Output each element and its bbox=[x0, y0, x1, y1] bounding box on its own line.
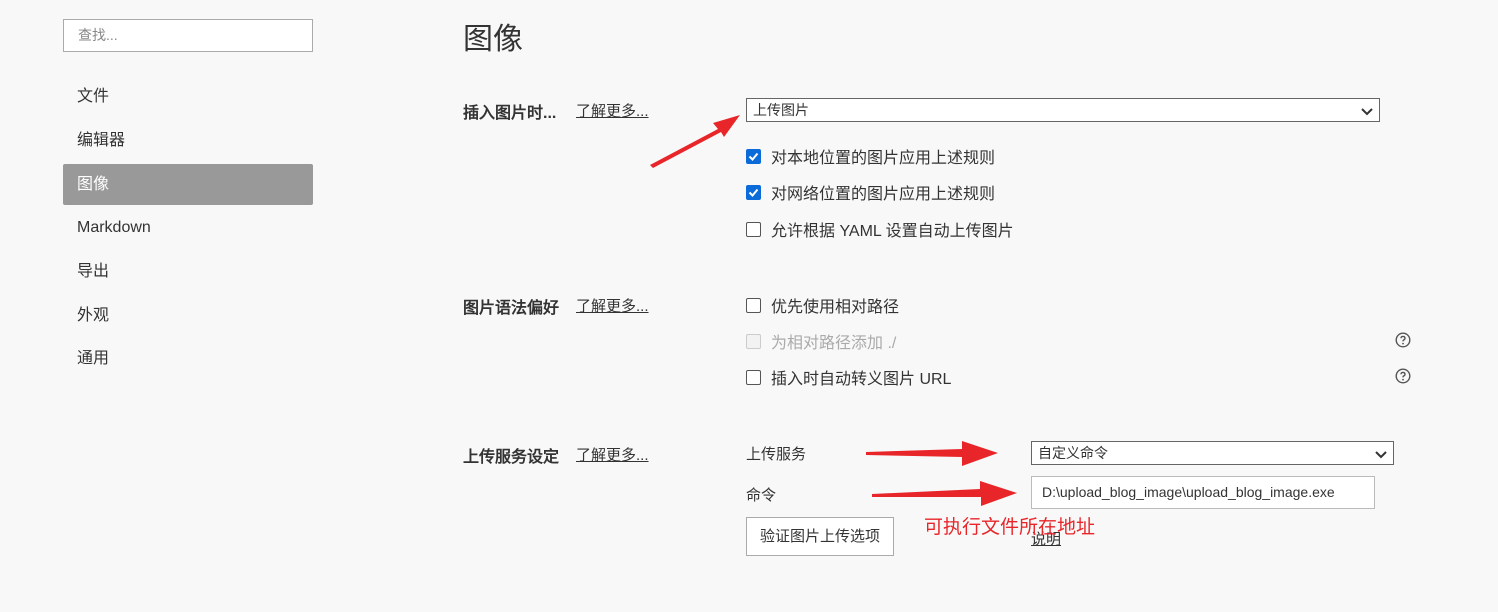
unchecked-box-icon bbox=[746, 333, 761, 349]
check-icon bbox=[746, 184, 761, 200]
sidebar-item-general[interactable]: 通用 bbox=[63, 338, 313, 379]
upload-section-title: 上传服务设定 bbox=[463, 449, 560, 466]
upload-service-select[interactable]: 自定义命令 bbox=[1031, 441, 1394, 465]
sidebar-item-editor[interactable]: 编辑器 bbox=[63, 120, 313, 161]
apply-local-label: 对本地位置的图片应用上述规则 bbox=[771, 150, 996, 167]
syntax-section-title: 图片语法偏好 bbox=[463, 300, 560, 317]
escape-url-checkbox[interactable]: 插入时自动转义图片 URL bbox=[746, 366, 951, 388]
sidebar-item-markdown[interactable]: Markdown bbox=[63, 207, 313, 248]
sidebar-item-image[interactable]: 图像 bbox=[63, 164, 313, 205]
arrow-insert-select bbox=[650, 115, 740, 168]
unchecked-box-icon bbox=[746, 297, 761, 313]
yaml-auto-upload-label: 允许根据 YAML 设置自动上传图片 bbox=[771, 223, 1014, 240]
insert-section-title: 插入图片时... bbox=[463, 105, 557, 122]
chevron-down-icon bbox=[1361, 108, 1373, 116]
prefer-relative-path-label: 优先使用相对路径 bbox=[771, 299, 900, 316]
sidebar-item-file[interactable]: 文件 bbox=[63, 76, 313, 117]
page-title: 图像 bbox=[463, 23, 523, 56]
upload-service-value: 自定义命令 bbox=[1038, 445, 1108, 461]
apply-local-checkbox[interactable]: 对本地位置的图片应用上述规则 bbox=[746, 145, 995, 167]
unchecked-box-icon bbox=[746, 221, 761, 237]
unchecked-box-icon bbox=[746, 369, 761, 385]
sidebar-item-export[interactable]: 导出 bbox=[63, 251, 313, 292]
apply-network-label: 对网络位置的图片应用上述规则 bbox=[771, 186, 996, 203]
insert-action-select[interactable]: 上传图片 bbox=[746, 98, 1380, 122]
annotation-text: 可执行文件所在地址 bbox=[924, 517, 1096, 538]
command-input[interactable]: D:\upload_blog_image\upload_blog_image.e… bbox=[1031, 476, 1375, 509]
insert-action-value: 上传图片 bbox=[753, 102, 809, 118]
add-dot-slash-label: 为相对路径添加 ./ bbox=[771, 335, 897, 352]
command-label: 命令 bbox=[746, 487, 777, 504]
upload-service-label: 上传服务 bbox=[746, 446, 807, 463]
yaml-auto-upload-checkbox[interactable]: 允许根据 YAML 设置自动上传图片 bbox=[746, 218, 1014, 240]
syntax-learn-more-link[interactable]: 了解更多... bbox=[576, 295, 649, 316]
chevron-down-icon bbox=[1375, 451, 1387, 459]
check-icon bbox=[746, 148, 761, 164]
sidebar-item-appearance[interactable]: 外观 bbox=[63, 295, 313, 336]
search-input[interactable]: 查找... bbox=[63, 19, 313, 52]
add-dot-slash-checkbox: 为相对路径添加 ./ bbox=[746, 330, 896, 352]
escape-url-label: 插入时自动转义图片 URL bbox=[771, 371, 952, 388]
upload-learn-more-link[interactable]: 了解更多... bbox=[576, 444, 649, 465]
help-icon[interactable] bbox=[1395, 368, 1411, 384]
verify-upload-button[interactable]: 验证图片上传选项 bbox=[746, 517, 894, 556]
insert-learn-more-link[interactable]: 了解更多... bbox=[576, 100, 649, 121]
help-icon[interactable] bbox=[1395, 332, 1411, 348]
arrow-command bbox=[872, 481, 1017, 506]
prefer-relative-path-checkbox[interactable]: 优先使用相对路径 bbox=[746, 294, 899, 316]
apply-network-checkbox[interactable]: 对网络位置的图片应用上述规则 bbox=[746, 181, 995, 203]
arrow-upload-service bbox=[866, 441, 998, 466]
